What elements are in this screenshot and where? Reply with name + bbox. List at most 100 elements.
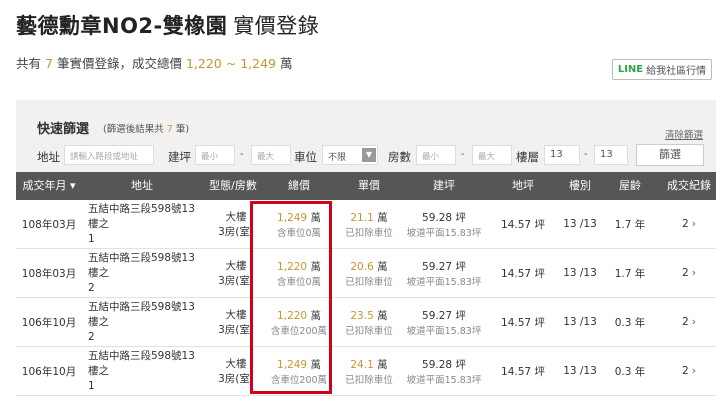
col-total-price: 總價 — [288, 179, 310, 192]
col-building-area: 建坪 — [433, 179, 455, 192]
cell-addr2: 2 — [88, 330, 95, 343]
row-records[interactable]: 2 › — [662, 298, 716, 346]
filter-submit-button[interactable]: 篩選 — [636, 144, 704, 166]
rooms-max-input[interactable]: 最大 — [472, 145, 512, 165]
cell-area: 59.27 坪 — [422, 260, 466, 273]
row-records[interactable]: 2 › — [662, 200, 716, 248]
parking-select[interactable]: 不限 ▼ — [322, 145, 378, 165]
cell-date: 106年10月 — [21, 316, 77, 329]
row-address[interactable]: 五結中路三段598號13樓之 2 — [88, 298, 204, 346]
cell-addr1: 五結中路三段598號13樓之 — [88, 251, 195, 279]
cell-floor: 13 /13 — [563, 365, 597, 377]
cell-records: 2 — [682, 267, 689, 279]
cell-type2: 3房(室) — [218, 275, 254, 287]
col-age: 屋齡 — [619, 179, 641, 192]
cell-date: 106年10月 — [21, 365, 77, 378]
row-unit-price: 21.1 萬 已扣除車位 — [334, 200, 404, 248]
price-unit: 萬 — [279, 56, 293, 71]
area-max-input[interactable]: 最大 — [251, 145, 291, 165]
cell-area-note: 坡道平面15.83坪 — [406, 227, 482, 239]
cell-area: 59.28 坪 — [422, 211, 466, 224]
floor-dash: - — [584, 149, 588, 160]
chevron-right-icon: › — [691, 365, 696, 377]
chevron-right-icon: › — [691, 267, 696, 279]
cell-area: 59.27 坪 — [422, 309, 466, 322]
cell-floor: 13 /13 — [563, 316, 597, 328]
cell-unit-unit: 萬 — [377, 309, 388, 322]
page-title: 藝德勳章NO2-雙橡園 實價登錄 — [16, 10, 319, 40]
cell-records: 2 — [682, 316, 689, 328]
cell-unit-price: 20.6 — [350, 260, 374, 273]
transaction-summary: 共有 7 筆實價登錄，成交總價 1,220 ~ 1,249 萬 — [16, 53, 292, 72]
address-input[interactable]: 請輸入路段或地址 — [64, 145, 154, 165]
row-address[interactable]: 五結中路三段598號13樓之 1 — [88, 347, 204, 395]
cell-area-note: 坡道平面15.83坪 — [406, 374, 482, 386]
line-share-button[interactable]: LINE 給我社區行情 — [612, 59, 712, 80]
cell-land: 14.57 坪 — [501, 365, 545, 378]
floor-to-input[interactable]: 13 — [594, 145, 628, 165]
summary-mid: 筆實價登錄，成交總價 — [56, 56, 182, 71]
min-price: 1,220 — [185, 56, 222, 71]
cell-floor: 13 /13 — [563, 218, 597, 230]
filter-note-prefix: (篩選後結果共 — [103, 124, 164, 135]
row-floor: 13 /13 — [562, 200, 598, 248]
col-date-label: 成交年月 ▾ — [22, 179, 76, 192]
table-row[interactable]: 108年03月 五結中路三段598號13樓之 2 大樓 3房(室) 1,220 萬 … — [16, 249, 716, 298]
cell-age: 1.7 年 — [614, 267, 646, 280]
row-date: 106年10月 — [16, 347, 82, 395]
rooms-min-input[interactable]: 最小 — [416, 145, 456, 165]
cell-land: 14.57 坪 — [501, 267, 545, 280]
cell-type1: 大樓 — [225, 211, 247, 223]
row-land-area: 14.57 坪 — [484, 347, 562, 395]
record-count: 7 — [45, 56, 53, 71]
col-address: 地址 — [131, 179, 153, 192]
cell-age: 1.7 年 — [614, 218, 646, 231]
rooms-label: 房數 — [388, 150, 411, 164]
row-records[interactable]: 2 › — [662, 249, 716, 297]
table-row[interactable]: 106年10月 五結中路三段598號13樓之 1 大樓 3房(室) 1,249 萬 … — [16, 347, 716, 396]
row-age: 0.3 年 — [598, 298, 662, 346]
cell-floor: 13 /13 — [563, 267, 597, 279]
filter-result-count: 7 — [166, 124, 173, 135]
row-building-area: 59.27 坪 坡道平面15.83坪 — [404, 249, 484, 297]
area-label: 建坪 — [168, 150, 191, 164]
table-header: 成交年月 ▾ 地址 型態/房數 總價 單價 建坪 地坪 樓別 屋齡 成交紀錄 — [16, 172, 716, 200]
cell-land: 14.57 坪 — [501, 316, 545, 329]
project-name: 藝德勳章NO2-雙橡園 — [16, 14, 228, 38]
cell-date: 108年03月 — [21, 267, 77, 280]
cell-type1: 大樓 — [225, 260, 247, 272]
cell-unit-price: 21.1 — [350, 211, 374, 224]
row-unit-price: 20.6 萬 已扣除車位 — [334, 249, 404, 297]
area-min-input[interactable]: 最小 — [195, 145, 235, 165]
col-records: 成交紀錄 — [667, 179, 711, 192]
col-floor: 樓別 — [569, 179, 591, 192]
quick-filter-panel: 快速篩選 (篩選後結果共 7 筆) 清除篩選 地址 請輸入路段或地址 建坪 最小… — [16, 100, 716, 172]
col-date[interactable]: 成交年月 ▾ — [16, 172, 82, 200]
transaction-table: 成交年月 ▾ 地址 型態/房數 總價 單價 建坪 地坪 樓別 屋齡 成交紀錄 1… — [16, 172, 716, 396]
row-building-area: 59.28 坪 坡道平面15.83坪 — [404, 347, 484, 395]
cell-area-note: 坡道平面15.83坪 — [406, 325, 482, 337]
col-unit-price: 單價 — [358, 179, 380, 192]
row-records[interactable]: 2 › — [662, 347, 716, 395]
table-row[interactable]: 106年10月 五結中路三段598號13樓之 2 大樓 3房(室) 1,220 萬 … — [16, 298, 716, 347]
row-floor: 13 /13 — [562, 347, 598, 395]
cell-addr1: 五結中路三段598號13樓之 — [88, 349, 195, 377]
row-address[interactable]: 五結中路三段598號13樓之 1 — [88, 200, 204, 248]
cell-unit-price: 23.5 — [350, 309, 374, 322]
row-date: 108年03月 — [16, 200, 82, 248]
address-label: 地址 — [37, 150, 60, 164]
floor-from-input[interactable]: 13 — [544, 145, 580, 165]
chevron-right-icon: › — [691, 316, 696, 328]
cell-type1: 大樓 — [225, 358, 247, 370]
cell-age: 0.3 年 — [614, 316, 646, 329]
row-building-area: 59.28 坪 坡道平面15.83坪 — [404, 200, 484, 248]
page-subtitle: 實價登錄 — [233, 14, 320, 38]
row-address[interactable]: 五結中路三段598號13樓之 2 — [88, 249, 204, 297]
clear-filter-link[interactable]: 清除篩選 — [665, 127, 703, 141]
row-unit-price: 24.1 萬 已扣除車位 — [334, 347, 404, 395]
cell-addr1: 五結中路三段598號13樓之 — [88, 300, 195, 328]
row-age: 0.3 年 — [598, 347, 662, 395]
col-type: 型態/房數 — [209, 179, 257, 192]
table-row[interactable]: 108年03月 五結中路三段598號13樓之 1 大樓 3房(室) 1,249 萬 … — [16, 200, 716, 249]
area-dash: - — [240, 149, 244, 160]
